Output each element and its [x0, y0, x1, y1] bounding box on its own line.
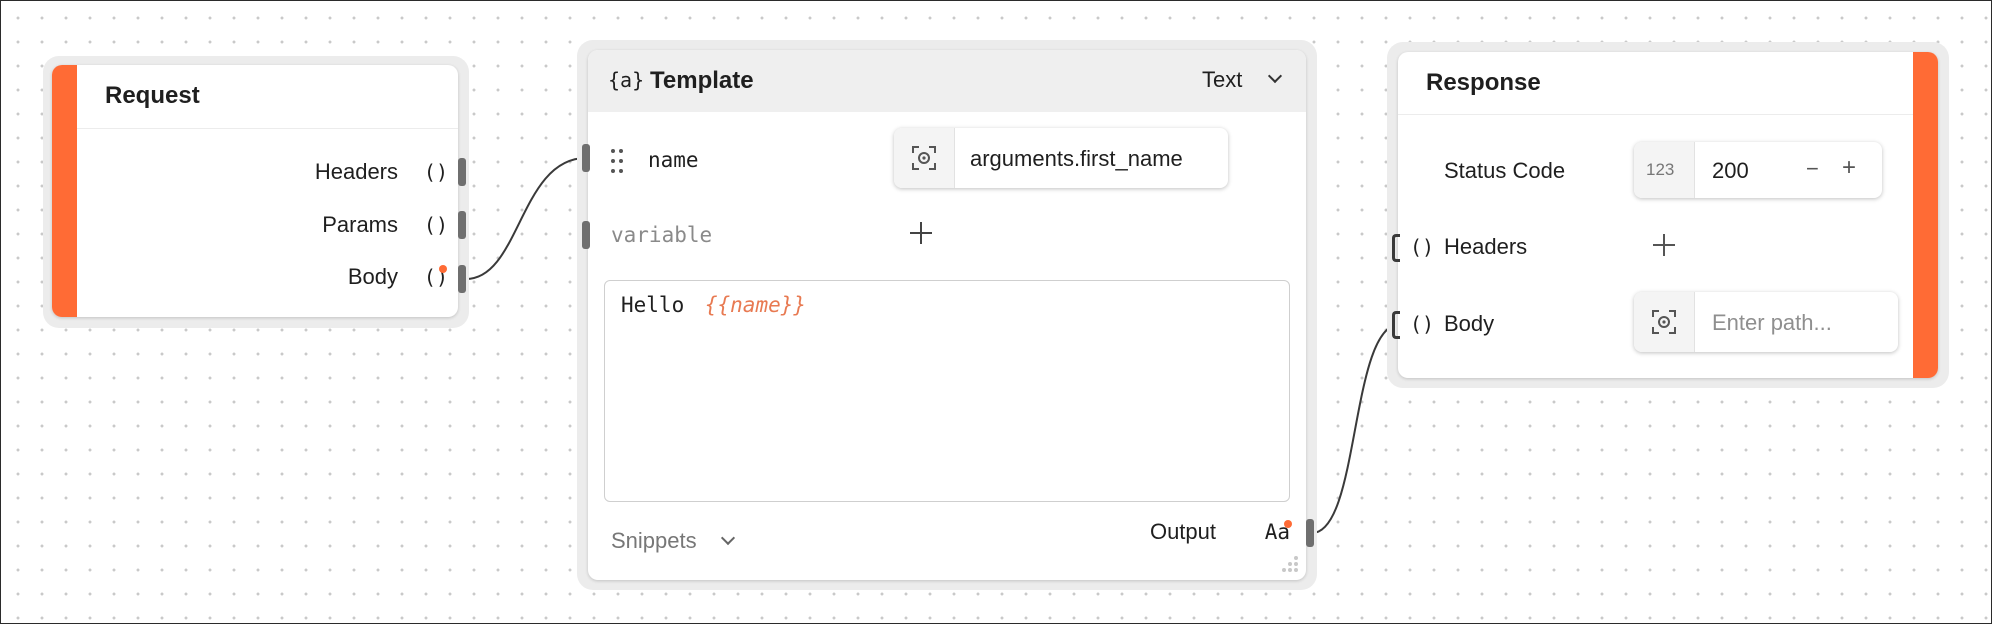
- headers-object-icon: (): [1410, 235, 1435, 259]
- output-connected-dot: [1284, 520, 1292, 528]
- params-object-icon: (): [423, 213, 448, 237]
- response-accent-bar: [1913, 52, 1938, 378]
- template-text: Hello: [621, 293, 685, 317]
- body-input-port[interactable]: [1392, 311, 1400, 339]
- request-accent-bar: [52, 65, 77, 317]
- variable-picker-button[interactable]: [894, 128, 955, 188]
- status-code-value[interactable]: 200: [1712, 158, 1749, 184]
- add-header-icon[interactable]: [1651, 232, 1677, 258]
- decrement-button[interactable]: −: [1806, 156, 1819, 182]
- template-editor[interactable]: Hello {{name}}: [604, 280, 1290, 502]
- target-picker-icon: [1651, 309, 1677, 340]
- response-headers-label: Headers: [1444, 234, 1528, 259]
- template-title: Template: [650, 67, 754, 94]
- increment-button[interactable]: +: [1842, 154, 1856, 182]
- headers-object-icon: (): [423, 160, 448, 184]
- variable-value-text: arguments.first_name: [970, 146, 1183, 171]
- snippets-label: Snippets: [611, 528, 697, 553]
- output-label: Output: [1149, 519, 1216, 544]
- body-label: Body: [347, 264, 398, 289]
- response-node[interactable]: Response Status Code 123 200 − + () Head…: [1398, 52, 1938, 378]
- chevron-down-icon: [720, 530, 736, 546]
- resize-handle-icon[interactable]: [1280, 554, 1300, 574]
- path-picker-button[interactable]: [1634, 292, 1695, 352]
- number-type-icon: 123: [1646, 160, 1675, 179]
- params-output-port[interactable]: [458, 211, 466, 239]
- request-title: Request: [105, 82, 200, 109]
- snippets-dropdown[interactable]: Snippets: [611, 528, 751, 558]
- new-variable-input-port[interactable]: [582, 221, 590, 249]
- body-path-field[interactable]: Enter path...: [1634, 292, 1898, 352]
- response-body-label: Body: [1444, 311, 1495, 336]
- variable-value-field[interactable]: arguments.first_name: [894, 128, 1228, 188]
- new-variable-input[interactable]: variable: [611, 223, 712, 247]
- drag-handle-icon[interactable]: [610, 148, 624, 174]
- add-variable-icon[interactable]: [908, 220, 934, 246]
- body-output-port[interactable]: [458, 265, 466, 293]
- target-picker-icon: [911, 145, 937, 176]
- body-path-input[interactable]: Enter path...: [1712, 310, 1832, 336]
- chevron-down-icon: [1267, 68, 1283, 84]
- template-variable-token: {{name}}: [704, 293, 807, 317]
- number-type-badge: 123: [1634, 142, 1695, 198]
- template-variable-icon: {a}: [608, 68, 645, 92]
- wire-body-to-name: [465, 157, 587, 280]
- headers-output-port[interactable]: [458, 158, 466, 186]
- template-editor-content: Hello {{name}}: [621, 293, 806, 317]
- headers-input-port[interactable]: [1392, 234, 1400, 262]
- headers-label: Headers: [314, 159, 398, 184]
- body-object-icon: (): [1410, 312, 1435, 336]
- status-code-stepper[interactable]: 123 200 − +: [1634, 142, 1882, 198]
- variable-name-label[interactable]: name: [648, 148, 699, 172]
- response-title-divider: [1398, 114, 1913, 115]
- body-connected-dot: [439, 265, 447, 273]
- template-mode-select[interactable]: Text: [1202, 67, 1298, 97]
- request-title-divider: [77, 128, 458, 129]
- request-node[interactable]: Request Headers () Params () Body (): [52, 65, 458, 317]
- response-title: Response: [1426, 69, 1541, 96]
- params-label: Params: [322, 212, 398, 237]
- status-code-label: Status Code: [1444, 158, 1566, 183]
- template-mode-value: Text: [1202, 67, 1243, 92]
- output-port[interactable]: [1306, 519, 1314, 547]
- template-node[interactable]: {a} Template Text name arguments.first_n…: [588, 50, 1306, 580]
- name-input-port[interactable]: [582, 144, 590, 172]
